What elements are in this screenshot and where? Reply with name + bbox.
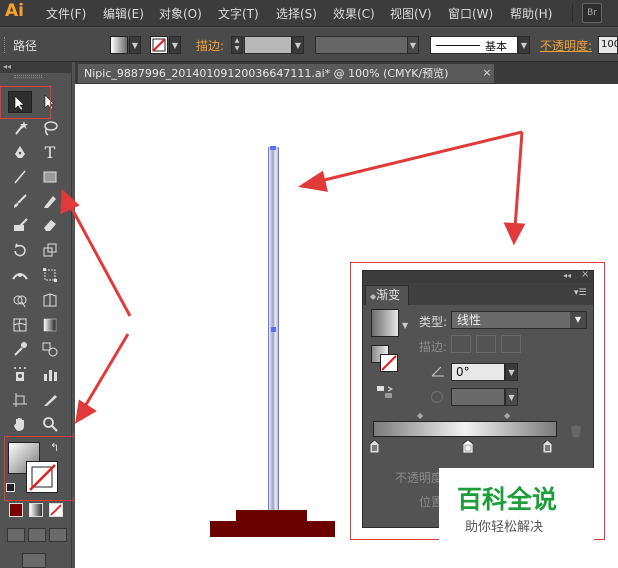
no-stroke-icon [381, 355, 397, 371]
type-label: 类型: [419, 315, 448, 329]
aspect-ratio-icon [431, 391, 443, 403]
gradient-stop-right[interactable] [542, 439, 553, 454]
gradient-preset-dropdown-arrow[interactable]: ▼ [402, 321, 408, 330]
panel-menu-icon[interactable]: ▾☰ [574, 288, 588, 298]
chevron-down-icon: ▼ [570, 312, 586, 328]
aspect-ratio-input[interactable] [451, 388, 505, 406]
tab-gradient-label: 渐变 [376, 288, 401, 302]
gradient-preview-swatch[interactable] [371, 309, 399, 337]
gradient-type-value: 线性 [457, 313, 482, 327]
tab-gradient[interactable]: ◆渐变 [365, 285, 409, 305]
panel-stroke-swatch[interactable] [380, 354, 398, 372]
angle-input[interactable]: 0° [451, 363, 505, 381]
reverse-gradient-icon[interactable] [376, 385, 394, 399]
midpoint-diamond-right[interactable]: ◆ [504, 411, 510, 420]
aspect-ratio-dropdown-arrow[interactable]: ▼ [505, 388, 518, 406]
stroke-along-button[interactable] [476, 335, 496, 353]
opacity-label: 不透明度 [395, 471, 444, 485]
midpoint-diamond-left[interactable]: ◆ [417, 411, 423, 420]
gradient-panel-titlebar [363, 271, 593, 283]
gradient-stop-left[interactable] [369, 439, 380, 454]
gradient-stop-center[interactable] [462, 439, 474, 454]
watermark-subtitle: 助你轻松解决 [465, 520, 544, 535]
watermark-title: 百科全说 [457, 485, 558, 514]
angle-dropdown-arrow[interactable]: ▼ [505, 363, 518, 381]
close-panel-icon[interactable]: × [581, 269, 589, 280]
delete-stop-icon[interactable]: 🗑 [569, 425, 583, 438]
stroke-label: 描边: [419, 340, 448, 354]
collapse-panel-icon[interactable]: ◂◂ [563, 271, 571, 280]
angle-icon [431, 365, 445, 380]
watermark: 百科全说 助你轻松解决 [439, 468, 594, 568]
stroke-within-button[interactable] [451, 335, 471, 353]
gradient-slider[interactable] [373, 421, 557, 437]
stroke-across-button[interactable] [501, 335, 521, 353]
gradient-type-select[interactable]: 线性 ▼ [451, 311, 587, 329]
